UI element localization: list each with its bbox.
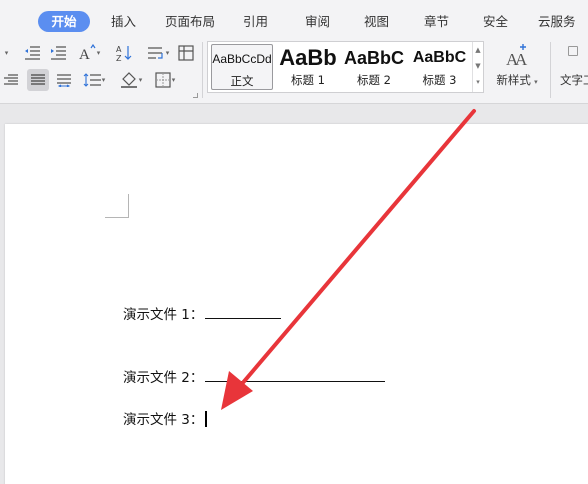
annotation-arrow [221,109,476,410]
arrow-shaft [239,109,476,387]
